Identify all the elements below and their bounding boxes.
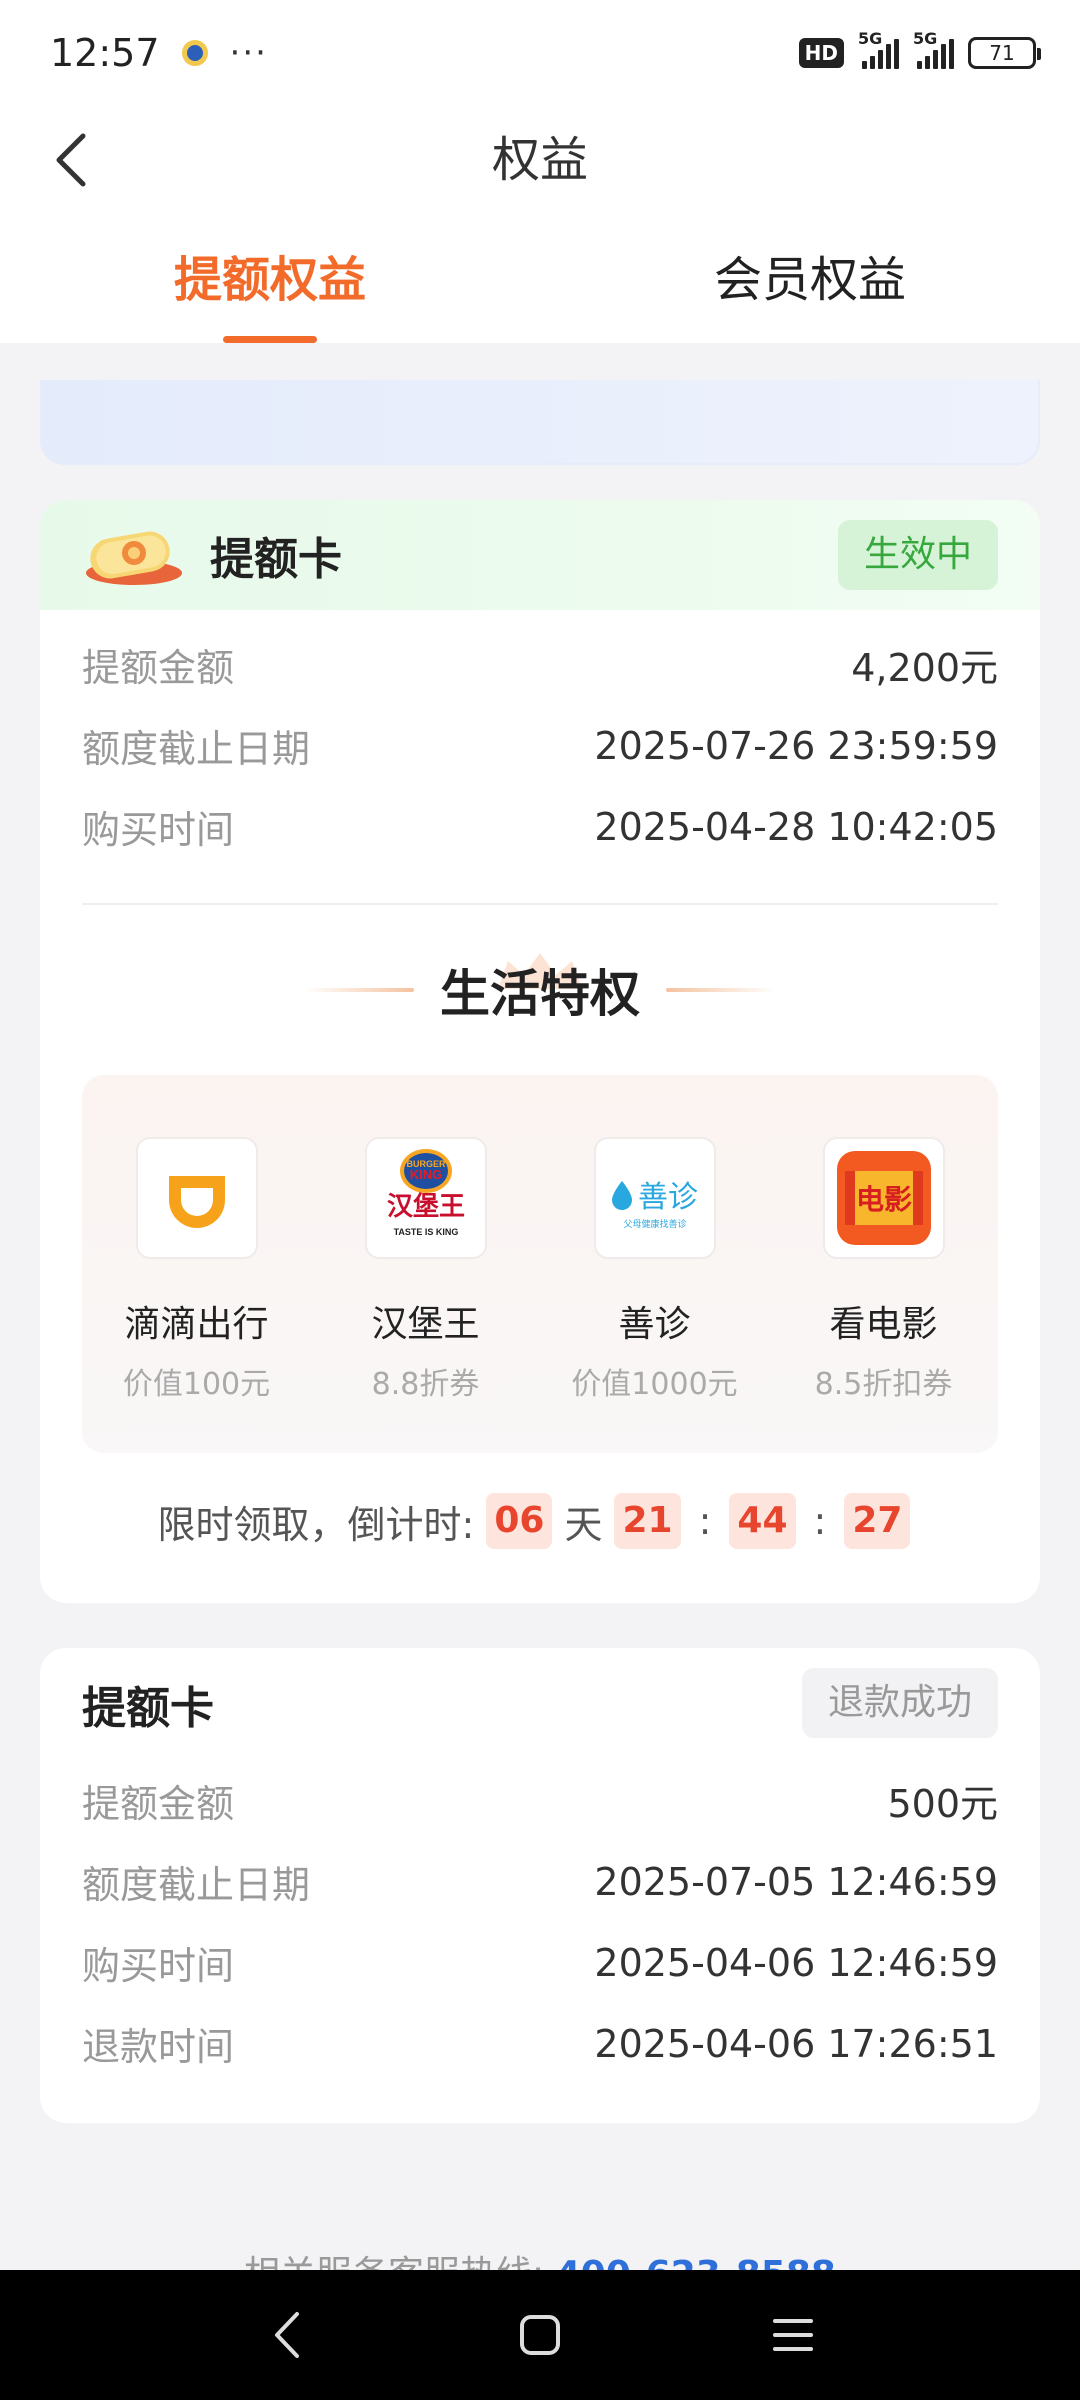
- row-label: 购买时间: [82, 808, 235, 852]
- tab-active-indicator: [223, 336, 317, 343]
- svg-text:汉堡王: 汉堡王: [386, 1191, 464, 1222]
- status-right: HD 5G 5G 71: [798, 29, 1041, 69]
- svg-text:KING: KING: [409, 1167, 442, 1182]
- perk-movie[interactable]: 电影 看电影 8.5折扣券: [769, 1137, 998, 1453]
- perk-shanzhen[interactable]: 善诊 父母健康找善诊 善诊 价值1000元: [540, 1137, 769, 1453]
- credit-card-refunded: 提额卡 退款成功 提额金额 500元 额度截止日期 2025-07-05 12:…: [40, 1648, 1040, 2123]
- tab-bar: 提额权益 会员权益: [0, 215, 1080, 343]
- row-value: 2025-04-06 17:26:51: [594, 2021, 998, 2066]
- card-title: 提额卡: [210, 534, 342, 585]
- perk-didi[interactable]: 滴滴出行 价值100元: [82, 1137, 311, 1453]
- detail-row-deadline: 额度截止日期 2025-07-26 23:59:59: [82, 705, 998, 786]
- tab-label: 提额权益: [173, 252, 366, 308]
- hd-voice-icon: HD: [798, 37, 844, 68]
- signal-icon-2: 5G: [913, 29, 954, 69]
- status-badge: 生效中: [837, 520, 998, 590]
- perk-value: 价值1000元: [571, 1367, 738, 1402]
- countdown-separator: :: [813, 1499, 827, 1543]
- countdown-label: 限时领取，倒计时:: [157, 1502, 475, 1547]
- row-label: 额度截止日期: [82, 1863, 311, 1907]
- detail-row-amount: 提额金额 4,200元: [82, 624, 998, 705]
- row-label: 退款时间: [82, 2025, 235, 2069]
- countdown: 限时领取，倒计时: 06 天 21 : 44 : 27: [40, 1453, 1040, 1589]
- nav-back-button[interactable]: [252, 2300, 322, 2370]
- row-label: 购买时间: [82, 1944, 235, 1988]
- shanzhen-logo-icon: 善诊 父母健康找善诊: [593, 1137, 716, 1259]
- perk-burger-king[interactable]: BURGER KING 汉堡王 TASTE IS KING 汉堡王 8.8折券: [311, 1137, 540, 1453]
- perk-name: 善诊: [618, 1304, 691, 1345]
- countdown-seconds: 27: [844, 1493, 911, 1549]
- row-value: 4,200元: [851, 646, 998, 690]
- countdown-hours: 21: [614, 1493, 681, 1549]
- credit-card-active: 提额卡 生效中 提额金额 4,200元 额度截止日期 2025-07-26 23…: [40, 500, 1040, 1603]
- tab-credit-benefits[interactable]: 提额权益: [0, 215, 540, 343]
- status-time: 12:57: [50, 30, 160, 75]
- row-value: 2025-04-06 12:46:59: [594, 1940, 998, 1985]
- nav-menu-button[interactable]: [758, 2300, 828, 2370]
- perk-name: 滴滴出行: [124, 1304, 269, 1345]
- decor-line-right: [666, 988, 776, 992]
- app-notification-icon: [181, 39, 208, 66]
- signal-icon-1: 5G: [858, 29, 899, 69]
- row-label: 提额金额: [82, 1782, 235, 1826]
- page-title: 权益: [491, 132, 588, 188]
- row-label: 提额金额: [82, 646, 235, 690]
- tab-label: 会员权益: [713, 252, 906, 308]
- detail-row-deadline: 额度截止日期 2025-07-05 12:46:59: [82, 1841, 998, 1922]
- tab-member-benefits[interactable]: 会员权益: [540, 215, 1080, 343]
- status-left: 12:57 ···: [50, 31, 268, 75]
- countdown-day-unit: 天: [564, 1502, 603, 1547]
- burger-king-logo-icon: BURGER KING 汉堡王 TASTE IS KING: [364, 1137, 487, 1259]
- card-header: 提额卡 退款成功: [40, 1648, 1040, 1760]
- network-type-2: 5G: [913, 28, 938, 48]
- countdown-minutes: 44: [729, 1493, 796, 1549]
- perk-value: 8.5折扣券: [814, 1367, 953, 1402]
- movie-logo-icon: 电影: [822, 1137, 945, 1259]
- perk-value: 价值100元: [122, 1367, 271, 1402]
- svg-text:善诊: 善诊: [638, 1180, 698, 1215]
- didi-logo-icon: [135, 1137, 258, 1259]
- detail-row-purchase-time: 购买时间 2025-04-06 12:46:59: [82, 1922, 998, 2003]
- detail-row-purchase-time: 购买时间 2025-04-28 10:42:05: [82, 786, 998, 867]
- privileges-header: 生活特权: [40, 905, 1040, 1075]
- card-detail-rows: 提额金额 4,200元 额度截止日期 2025-07-26 23:59:59 购…: [40, 610, 1040, 867]
- app-header: 权益: [0, 105, 1080, 215]
- decor-line-left: [304, 988, 414, 992]
- row-value: 2025-04-28 10:42:05: [594, 804, 998, 849]
- svg-text:TASTE IS KING: TASTE IS KING: [393, 1227, 458, 1237]
- status-badge: 退款成功: [801, 1668, 998, 1738]
- countdown-days: 06: [486, 1493, 553, 1549]
- perk-name: 看电影: [829, 1304, 938, 1345]
- card-title: 提额卡: [82, 1683, 214, 1734]
- network-type-1: 5G: [858, 28, 883, 48]
- banner-strip: [40, 380, 1040, 465]
- nav-back-icon: [274, 2312, 299, 2358]
- more-notifications-icon: ···: [229, 32, 268, 73]
- system-nav-bar: [0, 2270, 1080, 2400]
- detail-row-amount: 提额金额 500元: [82, 1760, 998, 1841]
- coupon-icon: [82, 521, 186, 589]
- row-value: 2025-07-26 23:59:59: [594, 723, 998, 768]
- svg-text:电影: 电影: [855, 1183, 911, 1216]
- countdown-separator: :: [698, 1499, 712, 1543]
- row-value: 500元: [887, 1782, 998, 1826]
- row-value: 2025-07-05 12:46:59: [594, 1859, 998, 1904]
- battery-icon: 71: [968, 36, 1041, 69]
- privileges-panel: 滴滴出行 价值100元 BURGER KING 汉堡王 TASTE IS KIN…: [82, 1075, 998, 1453]
- row-label: 额度截止日期: [82, 727, 311, 771]
- nav-home-button[interactable]: [505, 2300, 575, 2370]
- perk-value: 8.8折券: [371, 1367, 480, 1402]
- perk-name: 汉堡王: [371, 1304, 480, 1345]
- nav-home-icon: [519, 2315, 560, 2355]
- card-header: 提额卡 生效中: [40, 500, 1040, 610]
- nav-menu-icon: [773, 2319, 814, 2351]
- card-detail-rows: 提额金额 500元 额度截止日期 2025-07-05 12:46:59 购买时…: [40, 1760, 1040, 2084]
- detail-row-refund-time: 退款时间 2025-04-06 17:26:51: [82, 2003, 998, 2084]
- status-bar: 12:57 ··· HD 5G 5G 71: [0, 0, 1080, 105]
- privileges-title: 生活特权: [440, 965, 640, 1023]
- svg-text:父母健康找善诊: 父母健康找善诊: [623, 1218, 686, 1230]
